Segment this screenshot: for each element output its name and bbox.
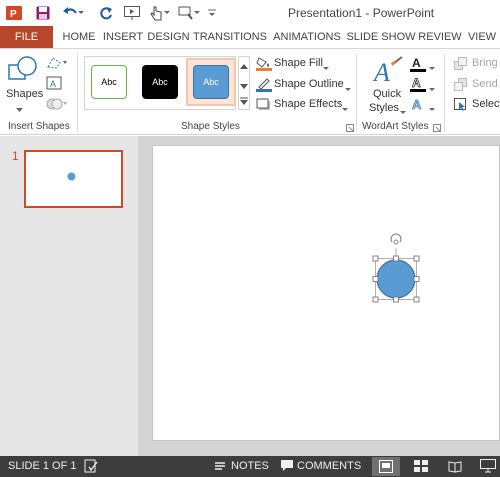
text-fill-icon[interactable]: A: [410, 56, 426, 72]
shape-style-tile-label: Abc: [203, 77, 219, 87]
normal-view-icon: [379, 460, 393, 473]
quick-styles-dropdown-icon[interactable]: [400, 106, 406, 118]
shape-effects-dropdown-icon[interactable]: [342, 103, 348, 115]
save-icon[interactable]: [33, 4, 53, 22]
slide-show-view-icon[interactable]: [480, 459, 496, 476]
shape-outline-button[interactable]: Shape Outline: [274, 78, 344, 90]
quick-styles-icon[interactable]: A: [372, 55, 406, 87]
shape-fill-icon[interactable]: [256, 57, 272, 71]
slide-thumbnail[interactable]: [24, 150, 123, 208]
send-backward-button[interactable]: Send: [472, 78, 498, 90]
comments-icon[interactable]: [280, 459, 294, 475]
merge-shapes-icon[interactable]: [46, 96, 68, 112]
shapes-button[interactable]: Shapes: [6, 88, 43, 100]
shapes-gallery-icon[interactable]: [6, 55, 40, 89]
gallery-scroll-down-icon[interactable]: [240, 80, 248, 92]
shape-effects-icon[interactable]: [256, 98, 272, 112]
shape-style-tile-label: Abc: [152, 77, 168, 87]
undo-dropdown-icon[interactable]: [76, 4, 86, 22]
slide-canvas[interactable]: [152, 145, 500, 441]
reading-view-icon[interactable]: [448, 460, 462, 476]
edit-shape-icon[interactable]: [46, 55, 68, 71]
touch-dropdown-icon[interactable]: [162, 4, 172, 22]
send-backward-icon[interactable]: [454, 78, 468, 92]
shape-effects-button[interactable]: Shape Effects: [274, 98, 342, 110]
svg-text:A: A: [412, 56, 421, 70]
slide-sorter-icon[interactable]: [414, 460, 428, 476]
powerpoint-logo-icon[interactable]: P: [4, 4, 24, 22]
tab-insert[interactable]: INSERT: [101, 26, 145, 48]
tab-review[interactable]: REVIEW: [416, 26, 464, 48]
ribbon-separator: [444, 54, 445, 132]
tab-file[interactable]: FILE: [0, 26, 53, 48]
shape-outline-icon[interactable]: [256, 78, 272, 92]
slide-number: 1: [12, 149, 19, 163]
svg-text:A: A: [412, 97, 422, 112]
spell-check-icon[interactable]: [84, 459, 98, 476]
shape-styles-group-label: Shape Styles: [181, 121, 240, 132]
text-effects-icon[interactable]: A: [410, 96, 426, 113]
text-fill-dropdown-icon[interactable]: [429, 62, 435, 74]
text-effects-dropdown-icon[interactable]: [429, 103, 435, 115]
ribbon-separator: [77, 54, 78, 132]
tab-transitions[interactable]: TRANSITIONS: [192, 26, 268, 48]
tab-view[interactable]: VIEW: [464, 26, 500, 48]
thumbnail-circle-shape: [67, 172, 76, 181]
quick-styles-label-2[interactable]: Styles: [369, 102, 399, 114]
tab-home[interactable]: HOME: [57, 26, 101, 48]
shape-outline-dropdown-icon[interactable]: [345, 83, 351, 95]
tab-slide-show[interactable]: SLIDE SHOW: [346, 26, 416, 48]
ribbon-separator: [356, 54, 357, 132]
tab-design[interactable]: DESIGN: [145, 26, 192, 48]
svg-text:P: P: [10, 9, 17, 20]
svg-text:A: A: [412, 76, 421, 90]
tab-animations[interactable]: ANIMATIONS: [268, 26, 346, 48]
format-dropdown-icon[interactable]: [192, 4, 202, 22]
shape-fill-dropdown-icon[interactable]: [323, 62, 329, 74]
shape-style-tile[interactable]: Abc: [142, 65, 178, 99]
shape-style-tile-label: Abc: [101, 77, 117, 87]
text-outline-dropdown-icon[interactable]: [429, 83, 435, 95]
svg-text:A: A: [372, 58, 390, 87]
shapes-dropdown-icon[interactable]: [16, 103, 23, 115]
text-outline-icon[interactable]: A: [410, 76, 426, 92]
window-title: Presentation1 - PowerPoint: [288, 6, 435, 20]
notes-icon[interactable]: [214, 460, 226, 475]
text-box-icon[interactable]: A: [46, 75, 64, 91]
wordart-styles-group-label: WordArt Styles: [362, 121, 429, 132]
title-bar: P Presentation1 - PowerPoint: [0, 0, 500, 26]
insert-shapes-group-label: Insert Shapes: [8, 121, 70, 132]
quick-styles-label-1[interactable]: Quick: [373, 88, 401, 100]
normal-view-button[interactable]: [372, 457, 400, 476]
wordart-dialog-launcher-icon[interactable]: [433, 123, 441, 135]
rotation-handle-icon[interactable]: [390, 233, 402, 245]
customize-icon[interactable]: [206, 4, 218, 22]
shape-style-tile[interactable]: Abc: [91, 65, 127, 99]
selection-pane-button[interactable]: Select: [472, 98, 500, 110]
selected-circle-shape[interactable]: [368, 232, 424, 306]
gallery-scroll-up-icon[interactable]: [240, 60, 248, 72]
redo-icon[interactable]: [96, 4, 116, 22]
slideshow-from-beginning-icon[interactable]: [122, 4, 142, 22]
bring-forward-button[interactable]: Bring: [472, 57, 498, 69]
notes-button[interactable]: NOTES: [231, 460, 269, 472]
gallery-more-icon[interactable]: [240, 96, 248, 108]
slide-count-status[interactable]: SLIDE 1 OF 1: [8, 460, 76, 472]
shape-style-tile[interactable]: Abc: [193, 65, 229, 99]
comments-button[interactable]: COMMENTS: [297, 460, 361, 472]
shape-styles-dialog-launcher-icon[interactable]: [346, 123, 354, 135]
bring-forward-icon[interactable]: [454, 57, 468, 71]
ribbon-tabs: FILE HOME INSERT DESIGN TRANSITIONS ANIM…: [0, 26, 500, 49]
selection-pane-icon[interactable]: [454, 98, 468, 112]
svg-text:A: A: [50, 79, 56, 89]
shape-fill-button[interactable]: Shape Fill: [274, 57, 323, 69]
